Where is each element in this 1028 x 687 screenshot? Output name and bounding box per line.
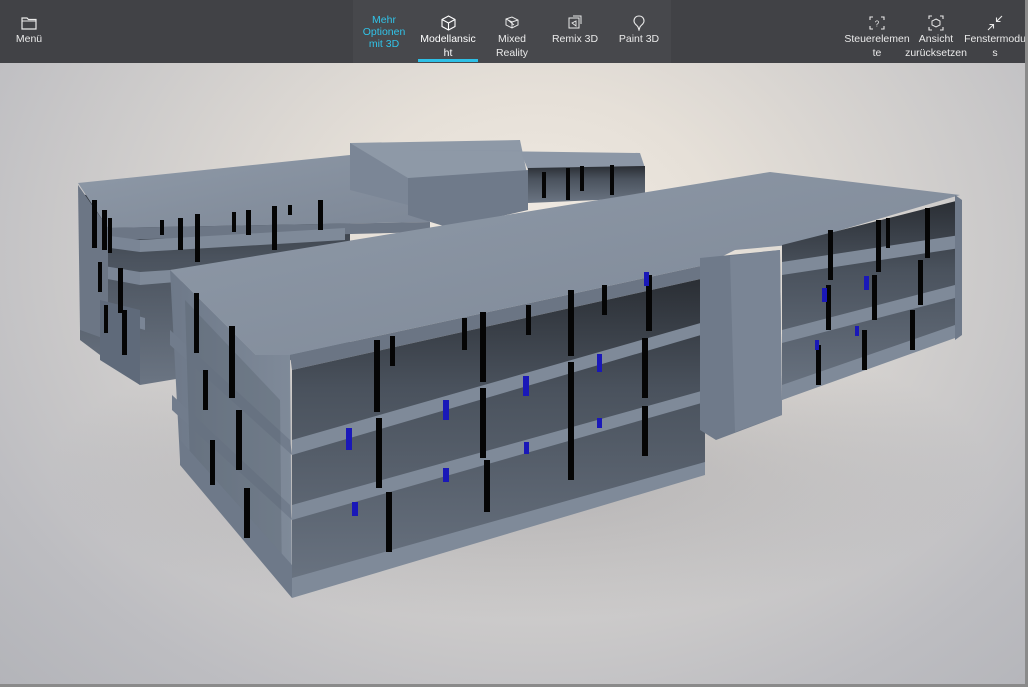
tab-paint-3d[interactable]: Paint 3D [614, 0, 664, 63]
paint-3d-icon [630, 14, 648, 31]
tab-paint-3d-label: Paint 3D [618, 33, 660, 45]
tab-mixed-reality[interactable]: Mixed Reality [484, 0, 540, 63]
more-options-line3: mit 3D [368, 38, 400, 50]
controls-line1: Steuerelemen [844, 33, 910, 45]
tab-remix-3d[interactable]: Remix 3D [550, 0, 600, 63]
tab-model-view-line2: ht [443, 47, 453, 59]
window-mode-button[interactable]: Fenstermodu s [964, 0, 1026, 63]
cube-icon [439, 14, 457, 31]
reset-view-button[interactable]: Ansicht zurücksetzen [905, 0, 967, 63]
top-toolbar: Menü Mehr Optionen mit 3D Modellansic ht… [0, 0, 1028, 63]
window-mode-icon [986, 14, 1004, 31]
3d-viewport[interactable] [0, 63, 1028, 687]
tab-model-view-line1: Modellansic [420, 33, 476, 45]
active-tab-indicator [418, 59, 478, 62]
controls-line2: te [872, 47, 882, 59]
menu-label: Menü [15, 33, 43, 45]
controls-icon: ? [868, 14, 886, 31]
tab-mixed-reality-line1: Mixed [497, 33, 526, 45]
tab-mixed-reality-line2: Reality [495, 47, 529, 59]
reset-view-line1: Ansicht [918, 33, 954, 45]
svg-text:?: ? [875, 19, 880, 28]
tab-remix-3d-label: Remix 3D [551, 33, 599, 45]
more-options-line1: Mehr [372, 14, 396, 26]
more-options-line2: Optionen [362, 26, 406, 38]
tab-model-view[interactable]: Modellansic ht [418, 0, 478, 63]
window-mode-line1: Fenstermodu [964, 33, 1026, 45]
reset-view-line2: zurücksetzen [905, 47, 967, 59]
menu-button[interactable]: Menü [8, 0, 50, 63]
remix-3d-icon [566, 14, 584, 31]
folder-icon [20, 14, 38, 31]
controls-button[interactable]: ? Steuerelemen te [844, 0, 910, 63]
mixed-reality-icon [503, 14, 521, 31]
reset-view-icon [927, 14, 945, 31]
window-mode-line2: s [992, 47, 998, 59]
more-3d-options-button[interactable]: Mehr Optionen mit 3D [353, 0, 415, 63]
building-model[interactable] [0, 63, 1028, 687]
